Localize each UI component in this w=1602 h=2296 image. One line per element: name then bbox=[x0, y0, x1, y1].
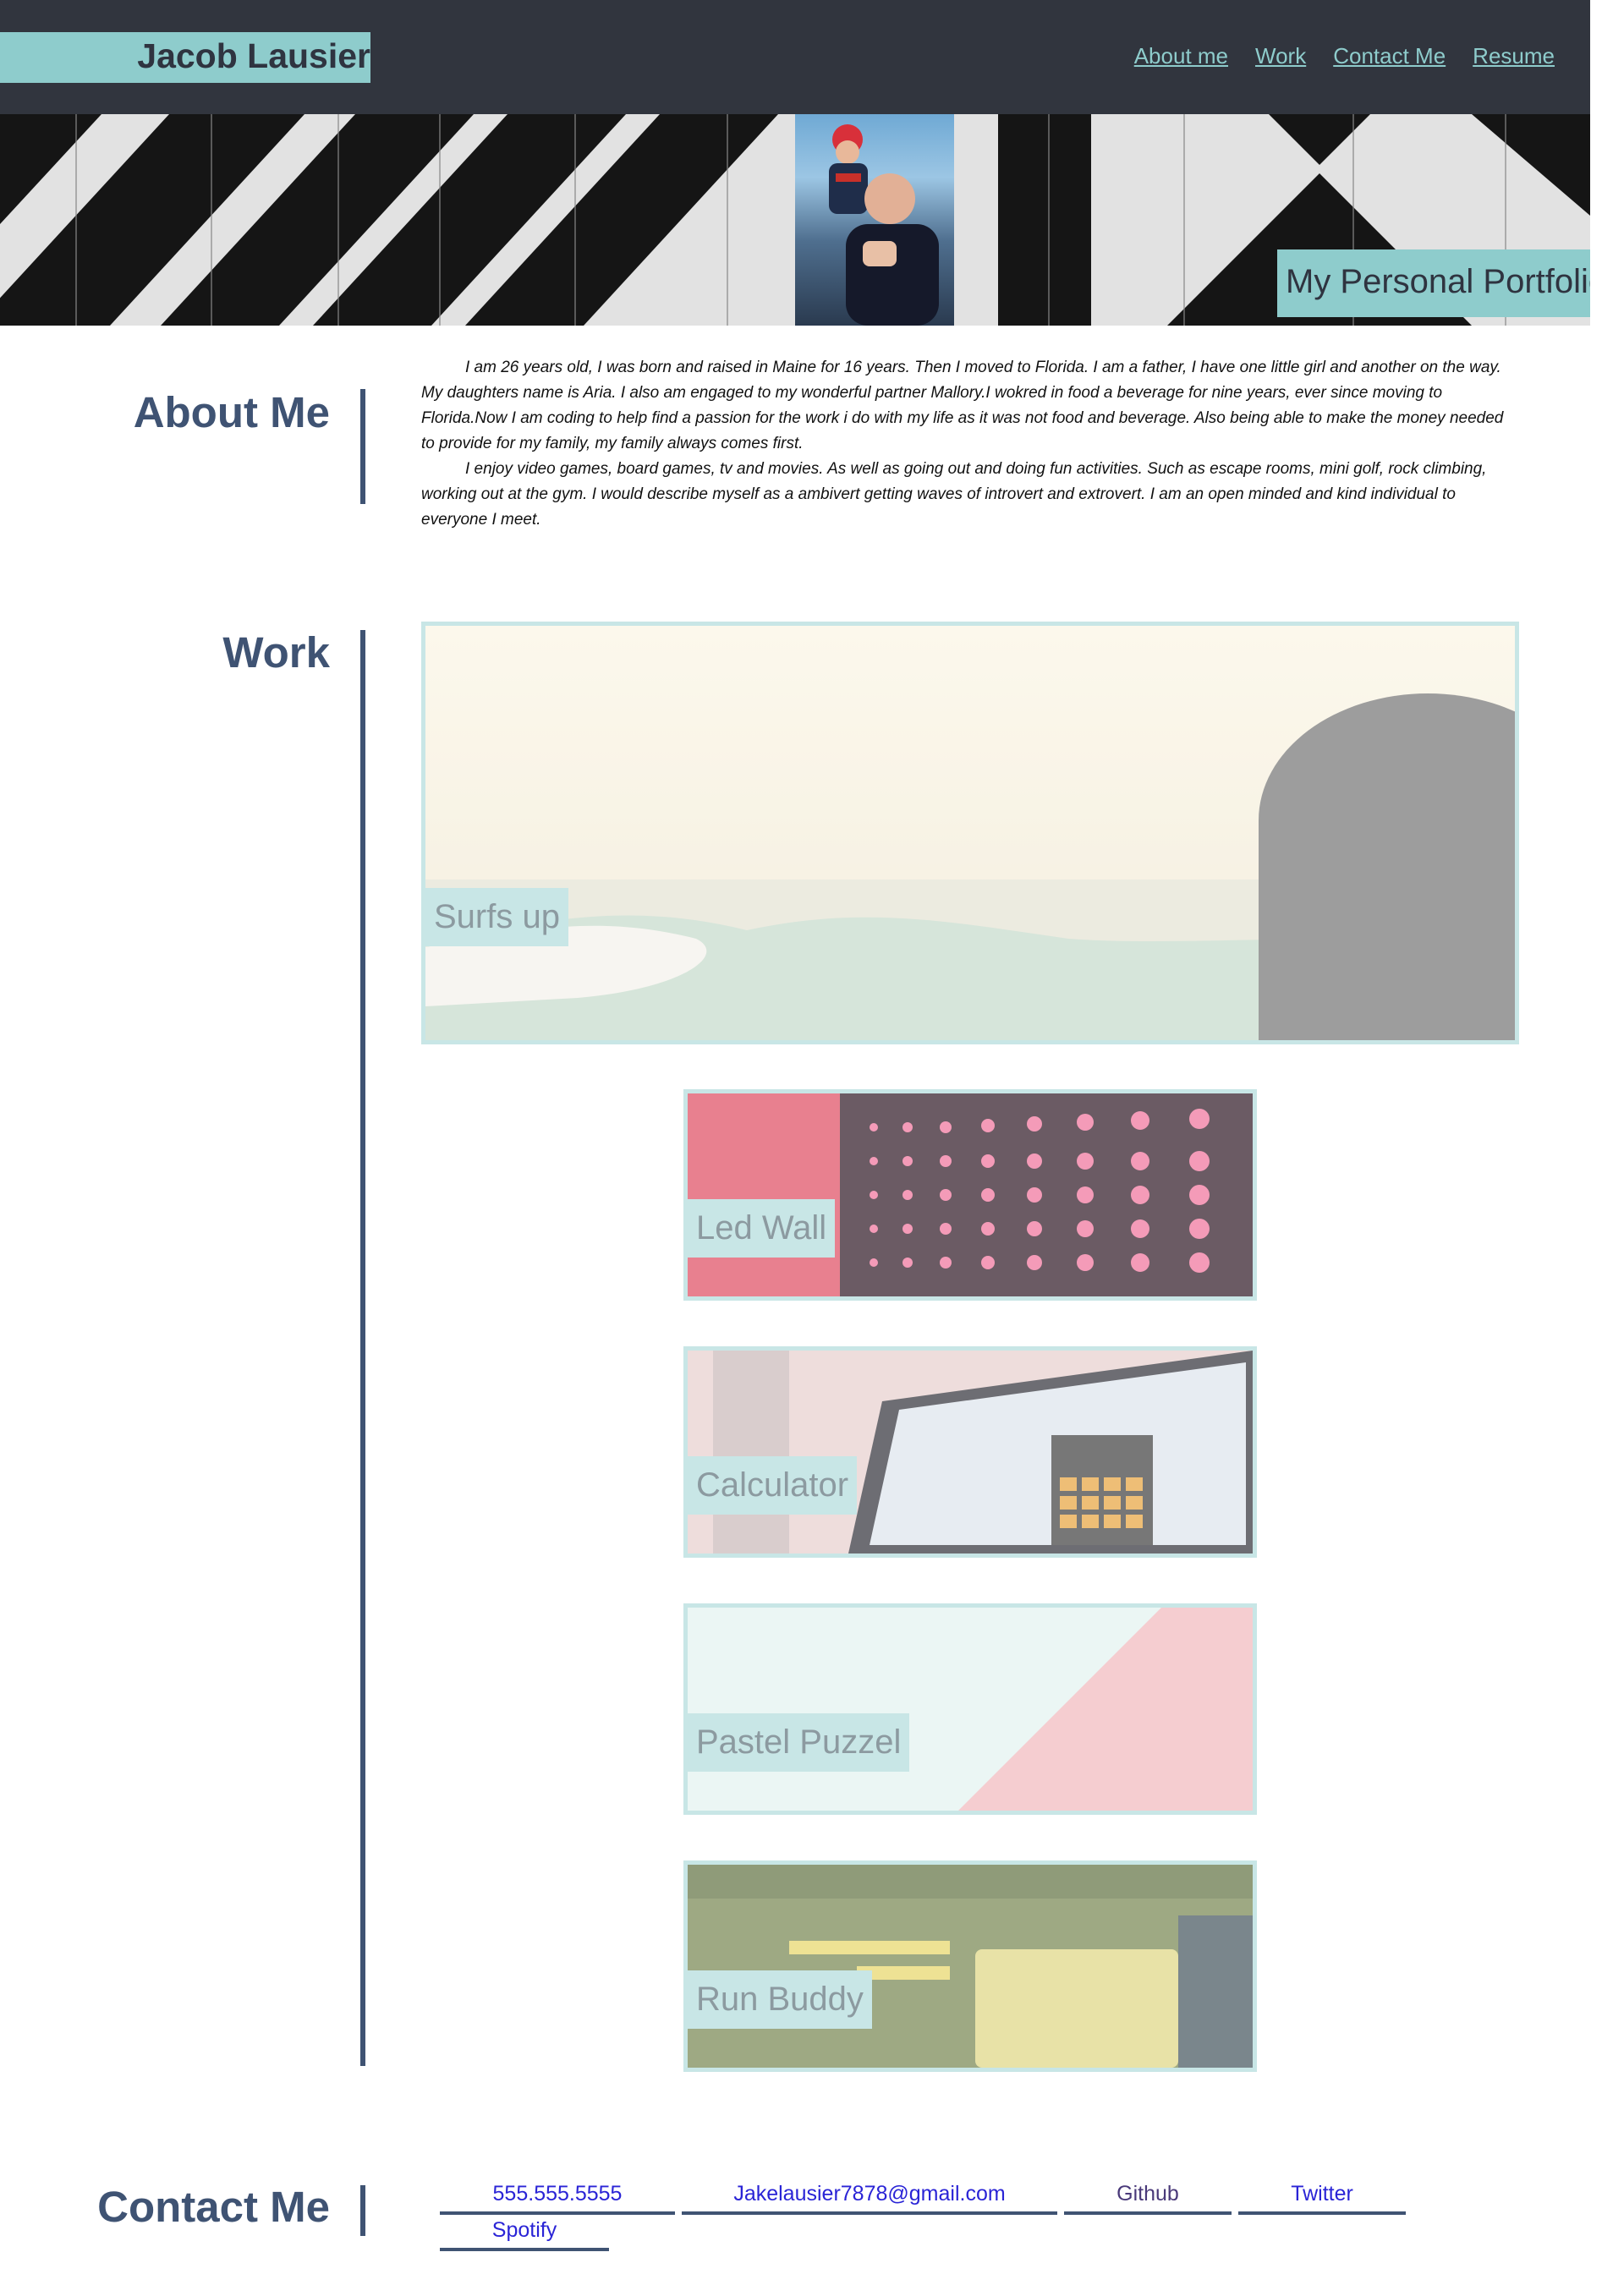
project-card-pastel-puzzel[interactable]: Pastel Puzzel bbox=[683, 1603, 1257, 1815]
contact-github-link[interactable]: Github bbox=[1064, 2182, 1232, 2215]
about-paragraph: I enjoy video games, board games, tv and… bbox=[421, 460, 1487, 529]
profile-photo bbox=[795, 114, 954, 326]
profile-photo-figures bbox=[829, 124, 939, 326]
name-badge: Jacob Lausier bbox=[0, 32, 370, 83]
project-overlay bbox=[688, 1608, 1253, 1811]
site-header: Jacob Lausier About me Work Contact Me R… bbox=[0, 0, 1590, 114]
project-overlay bbox=[688, 1351, 1253, 1553]
nav-contact-me[interactable]: Contact Me bbox=[1333, 43, 1446, 69]
project-label: Calculator bbox=[688, 1456, 858, 1515]
project-card-calculator[interactable]: Calculator bbox=[683, 1346, 1257, 1558]
work-heading: Work bbox=[222, 628, 330, 677]
hero-title: My Personal Portfolio bbox=[1286, 263, 1590, 300]
hero-banner: My Personal Portfolio bbox=[0, 114, 1590, 326]
project-card-led-wall[interactable]: Led Wall bbox=[683, 1089, 1257, 1301]
contact-email-link[interactable]: Jakelausier7878@gmail.com bbox=[682, 2182, 1057, 2215]
about-divider bbox=[360, 389, 365, 504]
nav-about-me[interactable]: About me bbox=[1134, 43, 1228, 69]
main-nav: About me Work Contact Me Resume bbox=[1134, 43, 1555, 69]
project-card-surfs-up[interactable]: Surfs up bbox=[421, 622, 1519, 1044]
project-label: Pastel Puzzel bbox=[688, 1713, 910, 1772]
project-label: Run Buddy bbox=[688, 1970, 872, 2029]
site-name: Jacob Lausier bbox=[137, 36, 370, 75]
about-paragraph: I am 26 years old, I was born and raised… bbox=[421, 359, 1504, 452]
contact-twitter-link[interactable]: Twitter bbox=[1238, 2182, 1406, 2215]
contact-divider bbox=[360, 2185, 365, 2236]
nav-resume[interactable]: Resume bbox=[1473, 43, 1555, 69]
hero-title-badge: My Personal Portfolio bbox=[1277, 249, 1590, 317]
about-heading: About Me bbox=[133, 388, 330, 436]
nav-work[interactable]: Work bbox=[1255, 43, 1306, 69]
work-divider bbox=[360, 630, 365, 2066]
project-label: Led Wall bbox=[688, 1199, 836, 1258]
contact-heading: Contact Me bbox=[97, 2183, 330, 2231]
project-overlay bbox=[688, 1865, 1253, 2068]
contact-phone-link[interactable]: 555.555.5555 bbox=[440, 2182, 675, 2215]
project-label: Surfs up bbox=[425, 888, 568, 946]
project-overlay bbox=[688, 1093, 1253, 1296]
contact-spotify-link[interactable]: Spotify bbox=[440, 2218, 609, 2251]
project-overlay bbox=[425, 626, 1515, 1040]
about-text: I am 26 years old, I was born and raised… bbox=[421, 355, 1519, 533]
project-card-run-buddy[interactable]: Run Buddy bbox=[683, 1860, 1257, 2072]
